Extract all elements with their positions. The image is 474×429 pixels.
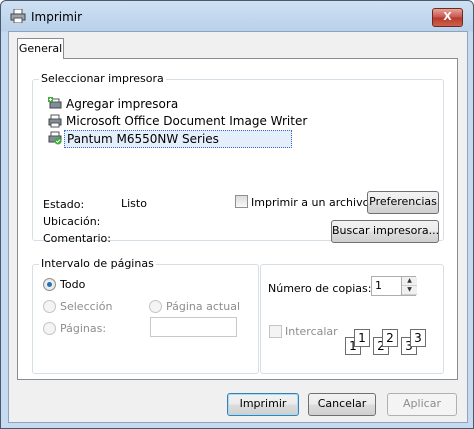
printer-selection-group: Seleccionar impresora Agregar impresora	[32, 72, 444, 245]
pages-input[interactable]	[150, 317, 237, 337]
collate-checkbox[interactable]	[269, 325, 282, 338]
print-to-file-checkbox[interactable]	[235, 195, 248, 208]
radio-selection[interactable]	[43, 300, 56, 313]
collate-icon: 1 1 2 2 3 3	[345, 327, 435, 357]
radio-pages[interactable]	[43, 322, 56, 335]
location-label: Ubicación:	[43, 215, 101, 228]
print-dialog-window: Imprimir X General Seleccionar impresora…	[0, 0, 474, 429]
radio-all-label[interactable]: Todo	[60, 278, 85, 291]
printer-item-label: Pantum M6550NW Series	[64, 130, 292, 148]
spin-up-icon[interactable]: ▲	[402, 277, 417, 286]
radio-all[interactable]	[43, 278, 56, 291]
add-printer-icon	[48, 97, 62, 109]
collate-page: 1	[354, 329, 370, 347]
collate-page: 3	[410, 329, 426, 347]
cancel-button[interactable]: Cancelar	[308, 393, 376, 416]
radio-current-page-label[interactable]: Página actual	[166, 300, 240, 313]
find-printer-button[interactable]: Buscar impresora...	[331, 220, 439, 243]
radio-pages-label[interactable]: Páginas:	[60, 322, 106, 335]
close-icon: X	[443, 10, 452, 23]
status-value: Listo	[121, 197, 147, 210]
collate-page: 2	[382, 329, 398, 347]
printer-item-label: Agregar impresora	[66, 97, 179, 111]
close-button[interactable]: X	[432, 8, 463, 27]
print-to-file-label[interactable]: Imprimir a un archivo	[251, 196, 369, 209]
apply-button[interactable]: Aplicar	[387, 393, 457, 416]
copies-label: Número de copias:	[268, 282, 372, 295]
printer-icon	[10, 9, 26, 23]
title-bar[interactable]: Imprimir X	[1, 1, 473, 31]
copies-spinner[interactable]: ▲ ▼	[401, 277, 417, 295]
tab-general[interactable]: General	[17, 38, 64, 59]
page-range-group: Intervalo de páginas Todo Selección Pági…	[32, 257, 259, 374]
copies-group: Número de copias: 1 ▲ ▼ Intercalar 1 1 2…	[260, 264, 444, 374]
printer-item-add[interactable]: Agregar impresora	[48, 96, 288, 112]
collate-label[interactable]: Intercalar	[285, 325, 338, 338]
radio-selection-label[interactable]: Selección	[60, 300, 112, 313]
print-button[interactable]: Imprimir	[227, 393, 299, 416]
page-range-label: Intervalo de páginas	[39, 257, 156, 270]
preferences-button[interactable]: Preferencias	[367, 191, 439, 214]
printer-item-office-writer[interactable]: Microsoft Office Document Image Writer	[48, 113, 308, 129]
default-printer-icon	[48, 131, 62, 145]
comment-label: Comentario:	[43, 232, 111, 245]
dialog-client-area: General Seleccionar impresora Agregar im…	[8, 31, 468, 423]
radio-current-page[interactable]	[149, 300, 162, 313]
tab-panel-general: Seleccionar impresora Agregar impresora	[17, 58, 458, 380]
status-label: Estado:	[43, 198, 85, 211]
printer-item-pantum[interactable]: Pantum M6550NW Series	[48, 130, 308, 148]
printer-icon	[48, 114, 62, 128]
printer-item-label: Microsoft Office Document Image Writer	[66, 114, 308, 128]
printer-group-label: Seleccionar impresora	[39, 72, 166, 85]
spin-down-icon[interactable]: ▼	[402, 286, 417, 295]
window-title: Imprimir	[31, 10, 83, 24]
